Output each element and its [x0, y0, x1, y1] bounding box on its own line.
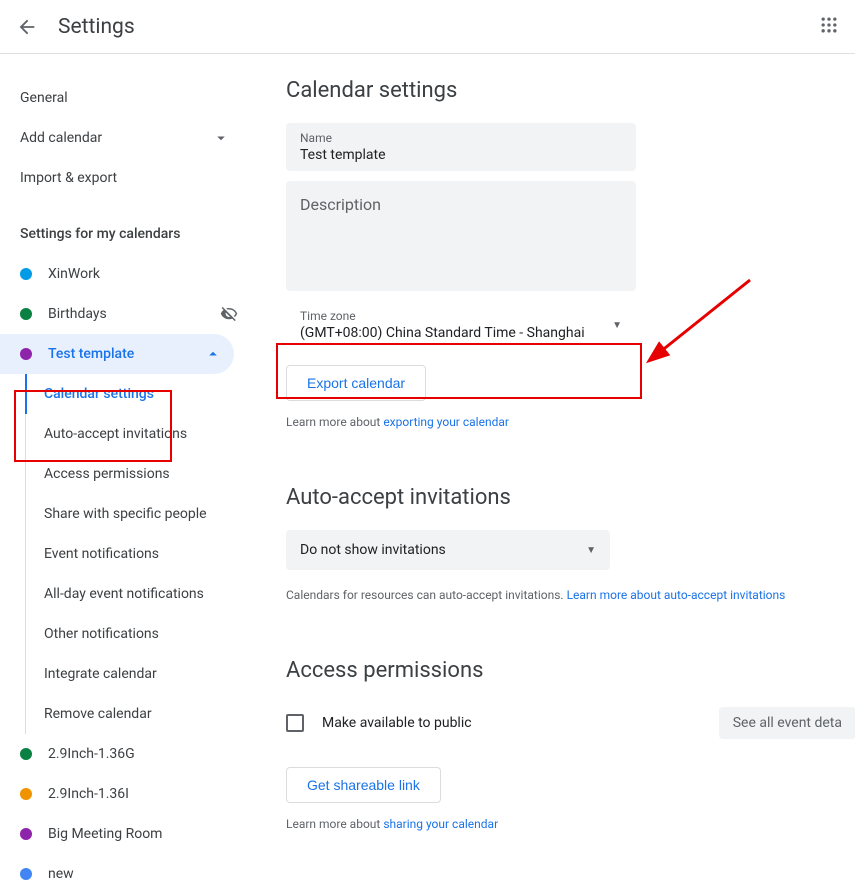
- sidebar-calendar-29inch-136g[interactable]: 2.9Inch-1.36G: [0, 734, 250, 774]
- sidebar-item-label: Add calendar: [20, 130, 102, 146]
- section-title-auto-accept: Auto-accept invitations: [286, 485, 855, 510]
- checkbox-label: Make available to public: [322, 715, 472, 731]
- visibility-off-icon[interactable]: [220, 305, 238, 323]
- see-all-details-button[interactable]: See all event deta: [719, 707, 855, 739]
- sidebar-calendar-new[interactable]: new: [0, 854, 250, 885]
- sidebar-sub-items: Calendar settings Auto-accept invitation…: [25, 374, 250, 734]
- dropdown-arrow-icon: ▼: [586, 545, 596, 556]
- chevron-down-icon[interactable]: [212, 129, 230, 147]
- share-learn-more-link[interactable]: sharing your calendar: [383, 817, 498, 831]
- apps-grid-icon[interactable]: [819, 15, 839, 39]
- helper-text: Calendars for resources can auto-accept …: [286, 588, 855, 602]
- sidebar-item-label: new: [48, 866, 238, 882]
- export-calendar-button[interactable]: Export calendar: [286, 365, 426, 401]
- calendar-color-dot: [20, 828, 32, 840]
- field-value: Do not show invitations: [300, 542, 446, 558]
- field-label: Name: [300, 131, 622, 145]
- sidebar-item-general[interactable]: General: [0, 78, 250, 118]
- sidebar-sub-other-notifications[interactable]: Other notifications: [26, 614, 250, 654]
- button-label: Get shareable link: [307, 777, 420, 793]
- sidebar-item-label: Event notifications: [44, 546, 159, 562]
- sidebar-calendar-xinwork[interactable]: XinWork: [0, 254, 250, 294]
- field-value: Test template: [300, 147, 622, 163]
- sidebar-item-label: Auto-accept invitations: [44, 426, 187, 442]
- sidebar-calendar-big-meeting[interactable]: Big Meeting Room: [0, 814, 250, 854]
- header: Settings: [0, 0, 855, 54]
- auto-accept-learn-more-link[interactable]: Learn more about auto-accept invitations: [567, 588, 786, 602]
- helper-text: Learn more about sharing your calendar: [286, 817, 855, 831]
- sidebar-sub-auto-accept[interactable]: Auto-accept invitations: [26, 414, 250, 454]
- sidebar-item-import-export[interactable]: Import & export: [0, 158, 250, 198]
- helper-text: Learn more about exporting your calendar: [286, 415, 855, 429]
- sidebar-item-label: Other notifications: [44, 626, 159, 642]
- sidebar-calendar-test-template[interactable]: Test template: [0, 334, 234, 374]
- back-arrow-icon[interactable]: [16, 16, 38, 38]
- sidebar-item-label: Share with specific people: [44, 506, 207, 522]
- sidebar-item-add-calendar[interactable]: Add calendar: [0, 118, 250, 158]
- chevron-up-icon[interactable]: [204, 345, 222, 363]
- sidebar-section-header: Settings for my calendars: [0, 214, 250, 254]
- sidebar: General Add calendar Import & export Set…: [0, 54, 250, 885]
- public-checkbox[interactable]: [286, 714, 304, 732]
- page-title: Settings: [58, 15, 135, 39]
- sidebar-item-label: Calendar settings: [44, 386, 154, 402]
- sidebar-sub-event-notifications[interactable]: Event notifications: [26, 534, 250, 574]
- sidebar-item-label: Access permissions: [44, 466, 170, 482]
- sidebar-calendar-29inch-136i[interactable]: 2.9Inch-1.36I: [0, 774, 250, 814]
- field-label: Description: [300, 195, 622, 214]
- description-field[interactable]: Description: [286, 181, 636, 291]
- sidebar-item-label: Test template: [48, 346, 188, 362]
- sidebar-sub-calendar-settings[interactable]: Calendar settings: [25, 374, 250, 414]
- name-field[interactable]: Name Test template: [286, 123, 636, 171]
- sidebar-sub-remove[interactable]: Remove calendar: [26, 694, 250, 734]
- field-label: Time zone: [300, 309, 585, 323]
- button-label: Export calendar: [307, 375, 405, 391]
- sidebar-item-label: Import & export: [20, 170, 117, 186]
- sidebar-item-label: All-day event notifications: [44, 586, 204, 602]
- sidebar-calendar-birthdays[interactable]: Birthdays: [0, 294, 250, 334]
- sidebar-item-label: 2.9Inch-1.36I: [48, 786, 238, 802]
- section-title-calendar-settings: Calendar settings: [286, 78, 855, 103]
- sidebar-item-label: Birthdays: [48, 306, 204, 322]
- calendar-color-dot: [20, 348, 32, 360]
- field-value: (GMT+08:00) China Standard Time - Shangh…: [300, 325, 585, 341]
- auto-accept-select[interactable]: Do not show invitations ▼: [286, 530, 610, 570]
- sidebar-item-label: Remove calendar: [44, 706, 152, 722]
- calendar-color-dot: [20, 788, 32, 800]
- export-learn-more-link[interactable]: exporting your calendar: [383, 415, 509, 429]
- get-shareable-link-button[interactable]: Get shareable link: [286, 767, 441, 803]
- calendar-color-dot: [20, 748, 32, 760]
- calendar-color-dot: [20, 268, 32, 280]
- sidebar-item-label: XinWork: [48, 266, 238, 282]
- timezone-select[interactable]: Time zone (GMT+08:00) China Standard Tim…: [286, 301, 636, 349]
- sidebar-item-label: 2.9Inch-1.36G: [48, 746, 238, 762]
- sidebar-item-label: General: [20, 90, 68, 106]
- sidebar-item-label: Integrate calendar: [44, 666, 157, 682]
- sidebar-sub-share-specific[interactable]: Share with specific people: [26, 494, 250, 534]
- main-content: Calendar settings Name Test template Des…: [250, 54, 855, 885]
- sidebar-sub-allday-notifications[interactable]: All-day event notifications: [26, 574, 250, 614]
- calendar-color-dot: [20, 308, 32, 320]
- header-left: Settings: [16, 15, 135, 39]
- section-title-access-permissions: Access permissions: [286, 658, 855, 683]
- sidebar-item-label: Big Meeting Room: [48, 826, 238, 842]
- dropdown-arrow-icon: ▼: [612, 320, 622, 331]
- calendar-color-dot: [20, 868, 32, 880]
- sidebar-sub-integrate[interactable]: Integrate calendar: [26, 654, 250, 694]
- public-checkbox-row: Make available to public See all event d…: [286, 707, 855, 739]
- sidebar-sub-access-permissions[interactable]: Access permissions: [26, 454, 250, 494]
